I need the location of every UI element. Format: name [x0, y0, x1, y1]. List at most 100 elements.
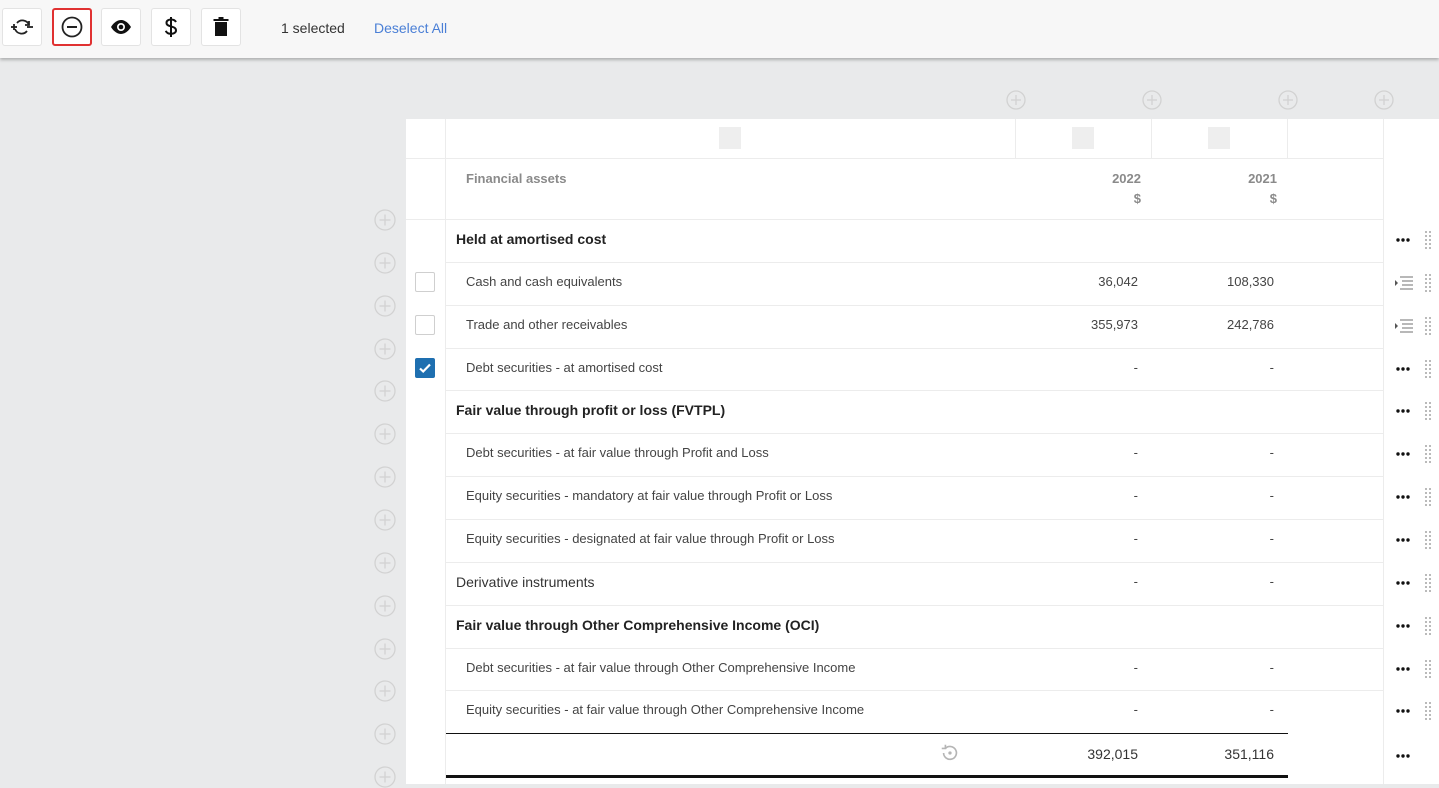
- add-row-icon[interactable]: [374, 466, 396, 488]
- more-options-icon[interactable]: [1394, 533, 1412, 547]
- table-row[interactable]: Equity securities - mandatory at fair va…: [406, 476, 1439, 519]
- column-header-cell[interactable]: [719, 127, 741, 149]
- more-options-icon[interactable]: [1394, 233, 1412, 247]
- divider: [446, 690, 1383, 692]
- column-header-cell[interactable]: [1072, 127, 1094, 149]
- indent-icon[interactable]: [1394, 318, 1414, 334]
- value-2021[interactable]: -: [1270, 360, 1274, 375]
- drag-handle-icon[interactable]: [1424, 273, 1432, 293]
- add-column-icon[interactable]: [1374, 90, 1394, 110]
- convert-button[interactable]: [2, 8, 42, 46]
- drag-handle-icon[interactable]: [1424, 230, 1432, 250]
- row-checkbox[interactable]: [415, 271, 435, 292]
- table-row[interactable]: Held at amortised cost: [406, 219, 1439, 262]
- drag-handle-icon[interactable]: [1424, 444, 1432, 464]
- more-options-icon[interactable]: [1394, 749, 1412, 763]
- value-2021[interactable]: -: [1270, 574, 1274, 589]
- add-row-icon[interactable]: [374, 209, 396, 231]
- value-2022[interactable]: -: [1134, 702, 1138, 717]
- row-label: Trade and other receivables: [466, 316, 628, 332]
- value-2021[interactable]: 242,786: [1227, 317, 1274, 332]
- value-2021[interactable]: -: [1270, 445, 1274, 460]
- add-row-icon[interactable]: [374, 680, 396, 702]
- table-row[interactable]: Equity securities - designated at fair v…: [406, 518, 1439, 562]
- delete-button[interactable]: [201, 8, 241, 46]
- value-2021[interactable]: -: [1270, 531, 1274, 546]
- row-label: Fair value through Other Comprehensive I…: [456, 616, 820, 633]
- value-2022[interactable]: -: [1134, 531, 1138, 546]
- divider: [446, 561, 1383, 563]
- view-button[interactable]: [101, 8, 141, 46]
- more-options-icon[interactable]: [1394, 362, 1412, 376]
- value-2022[interactable]: 355,973: [1091, 317, 1138, 332]
- add-row-icon[interactable]: [374, 252, 396, 274]
- add-row-icon[interactable]: [374, 723, 396, 745]
- toolbar: 1 selected Deselect All: [0, 0, 1439, 58]
- value-2022[interactable]: -: [1134, 445, 1138, 460]
- value-2022[interactable]: -: [1134, 574, 1138, 589]
- remove-circle-icon: [61, 16, 83, 38]
- value-2021[interactable]: -: [1270, 702, 1274, 717]
- header-label: Financial assets: [466, 171, 567, 186]
- row-label: Equity securities - at fair value throug…: [466, 702, 865, 718]
- eye-icon: [111, 20, 131, 34]
- table-row[interactable]: Fair value through profit or loss (FVTPL…: [406, 390, 1439, 433]
- divider: [406, 158, 1383, 159]
- currency-button[interactable]: [151, 8, 191, 46]
- add-row-icon[interactable]: [374, 552, 396, 574]
- table-row[interactable]: Cash and cash equivalents 36,042 108,330: [406, 261, 1439, 305]
- more-options-icon[interactable]: [1394, 447, 1412, 461]
- drag-handle-icon[interactable]: [1424, 401, 1432, 421]
- table-row[interactable]: Fair value through Other Comprehensive I…: [406, 604, 1439, 648]
- more-options-icon[interactable]: [1394, 704, 1412, 718]
- table-row[interactable]: Debt securities - at fair value through …: [406, 433, 1439, 476]
- table-row[interactable]: Debt securities - at fair value through …: [406, 647, 1439, 691]
- deselect-all-link[interactable]: Deselect All: [374, 20, 447, 36]
- add-row-icon[interactable]: [374, 337, 396, 360]
- value-2021[interactable]: -: [1270, 660, 1274, 675]
- dollar-icon: [164, 17, 178, 37]
- row-checkbox[interactable]: [415, 357, 435, 378]
- add-row-icon[interactable]: [374, 295, 396, 317]
- value-2021[interactable]: 108,330: [1227, 274, 1274, 289]
- history-icon[interactable]: [939, 742, 961, 764]
- value-2022[interactable]: -: [1134, 360, 1138, 375]
- add-row-icon[interactable]: [374, 637, 396, 660]
- col1-unit: $: [1133, 191, 1141, 206]
- drag-handle-icon[interactable]: [1424, 616, 1432, 636]
- row-checkbox[interactable]: [415, 314, 435, 335]
- value-2022[interactable]: -: [1134, 660, 1138, 675]
- drag-handle-icon[interactable]: [1424, 359, 1432, 379]
- value-2022[interactable]: 36,042: [1098, 274, 1138, 289]
- add-row-icon[interactable]: [374, 509, 396, 531]
- add-column-icon[interactable]: [1142, 90, 1162, 110]
- value-2022[interactable]: -: [1134, 488, 1138, 503]
- add-column-icon[interactable]: [1278, 90, 1298, 110]
- col2-year: 2021: [1248, 171, 1277, 186]
- column-header-cell[interactable]: [1208, 127, 1230, 149]
- indent-icon[interactable]: [1394, 275, 1414, 291]
- drag-handle-icon[interactable]: [1424, 701, 1432, 721]
- table-row[interactable]: Debt securities - at amortised cost - -: [406, 347, 1439, 391]
- value-2021[interactable]: -: [1270, 488, 1274, 503]
- drag-handle-icon[interactable]: [1424, 530, 1432, 550]
- drag-handle-icon[interactable]: [1424, 573, 1432, 593]
- add-column-icon[interactable]: [1006, 90, 1026, 110]
- table-row[interactable]: Trade and other receivables 355,973 242,78…: [406, 304, 1439, 348]
- more-options-icon[interactable]: [1394, 490, 1412, 504]
- more-options-icon[interactable]: [1394, 619, 1412, 633]
- divider: [1015, 119, 1016, 158]
- drag-handle-icon[interactable]: [1424, 659, 1432, 679]
- remove-button[interactable]: [52, 8, 92, 46]
- drag-handle-icon[interactable]: [1424, 316, 1432, 336]
- more-options-icon[interactable]: [1394, 662, 1412, 676]
- more-options-icon[interactable]: [1394, 576, 1412, 590]
- drag-handle-icon[interactable]: [1424, 487, 1432, 507]
- add-row-icon[interactable]: [374, 766, 396, 788]
- add-row-icon[interactable]: [374, 594, 396, 617]
- add-row-icon[interactable]: [374, 423, 396, 445]
- add-row-icon[interactable]: [374, 380, 396, 403]
- table-row[interactable]: Derivative instruments - -: [406, 561, 1439, 605]
- more-options-icon[interactable]: [1394, 404, 1412, 418]
- table-row[interactable]: Equity securities - at fair value throug…: [406, 690, 1439, 733]
